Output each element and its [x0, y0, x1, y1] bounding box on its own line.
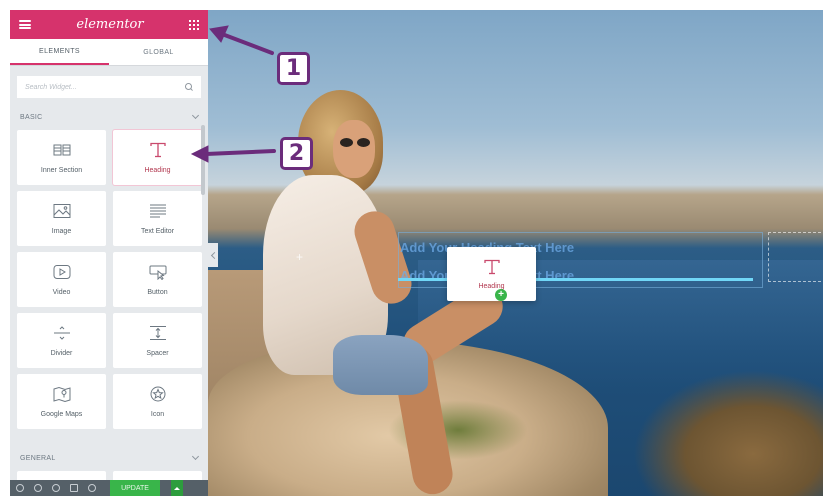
- widget-label: Image: [51, 227, 72, 235]
- annotation-badge-2: 2: [280, 137, 313, 170]
- empty-column-outline[interactable]: [768, 232, 823, 282]
- panel-header: elementor: [10, 10, 208, 39]
- widget-video[interactable]: Video: [17, 252, 106, 307]
- widget-label: Divider: [50, 349, 73, 357]
- chevron-down-icon: [191, 111, 200, 120]
- panel-tabs: ELEMENTS GLOBAL: [10, 39, 208, 66]
- divider-icon: [53, 325, 70, 340]
- widget-divider[interactable]: Divider: [17, 313, 106, 368]
- image-icon: [53, 203, 70, 218]
- sunglasses: [340, 138, 372, 148]
- widget-spacer[interactable]: Spacer: [113, 313, 202, 368]
- history-icon[interactable]: [52, 484, 60, 492]
- shorts: [333, 335, 428, 395]
- button-cursor-icon: [149, 265, 166, 280]
- widget-icon[interactable]: Icon: [113, 374, 202, 429]
- basic-section-label: BASIC: [20, 113, 43, 121]
- widget-label: Icon: [150, 410, 165, 418]
- general-section-label: GENERAL: [20, 454, 56, 462]
- navigator-icon[interactable]: [34, 484, 42, 492]
- star-circle-icon: [150, 386, 165, 401]
- search-placeholder: Search Widget...: [25, 83, 77, 91]
- add-plus-icon: +: [495, 289, 507, 301]
- update-button[interactable]: UPDATE: [110, 480, 160, 496]
- widget-image[interactable]: Image: [17, 191, 106, 246]
- panel-scrollbar[interactable]: [201, 125, 205, 195]
- columns-icon: [53, 144, 70, 155]
- annotation-badge-1: 1: [277, 52, 310, 85]
- chevron-down-icon: [191, 452, 200, 461]
- map-pin-icon: [53, 386, 70, 402]
- widget-google-maps[interactable]: Google Maps: [17, 374, 106, 429]
- widget-label: Heading: [144, 166, 171, 174]
- widget-button[interactable]: Button: [113, 252, 202, 307]
- widget-grid: Inner Section Heading Image Text Editor …: [10, 130, 208, 429]
- widget-label: Button: [147, 288, 168, 296]
- widget-heading[interactable]: Heading: [113, 130, 202, 185]
- spacer-icon: [149, 325, 166, 340]
- video-play-icon: [53, 264, 70, 279]
- preview-eye-icon[interactable]: [88, 484, 96, 492]
- heading-t-icon: [149, 142, 166, 157]
- widget-label: Inner Section: [40, 166, 83, 174]
- shrub: [633, 370, 823, 496]
- heading-t-icon: [483, 259, 500, 274]
- hamburger-menu-icon[interactable]: [19, 20, 31, 29]
- face: [333, 120, 375, 178]
- dragged-heading-widget[interactable]: Heading: [447, 247, 536, 301]
- widgets-grid-icon[interactable]: [188, 19, 199, 30]
- widget-label: Video: [52, 288, 71, 296]
- widget-label: Google Maps: [40, 410, 83, 418]
- widget-inner-section[interactable]: Inner Section: [17, 130, 106, 185]
- update-options-caret[interactable]: [171, 480, 183, 496]
- text-lines-icon: [149, 204, 166, 217]
- search-widget-input[interactable]: Search Widget...: [17, 76, 201, 98]
- column-plus-icon: +: [296, 250, 304, 264]
- basic-section-header[interactable]: BASIC: [10, 104, 208, 130]
- search-icon: [185, 83, 193, 91]
- elementor-panel: elementor ELEMENTS GLOBAL Search Widget.…: [10, 10, 208, 496]
- general-section-header[interactable]: GENERAL: [10, 445, 208, 471]
- settings-icon[interactable]: [16, 484, 24, 492]
- widget-label: Text Editor: [140, 227, 175, 235]
- responsive-mode-icon[interactable]: [70, 484, 78, 492]
- panel-footer: UPDATE: [10, 480, 208, 496]
- elementor-logo: elementor: [76, 17, 144, 32]
- widget-label: Spacer: [146, 349, 169, 357]
- tab-global[interactable]: GLOBAL: [109, 39, 208, 65]
- tab-elements[interactable]: ELEMENTS: [10, 39, 109, 65]
- widget-text-editor[interactable]: Text Editor: [113, 191, 202, 246]
- collapse-panel-toggle[interactable]: [208, 243, 218, 267]
